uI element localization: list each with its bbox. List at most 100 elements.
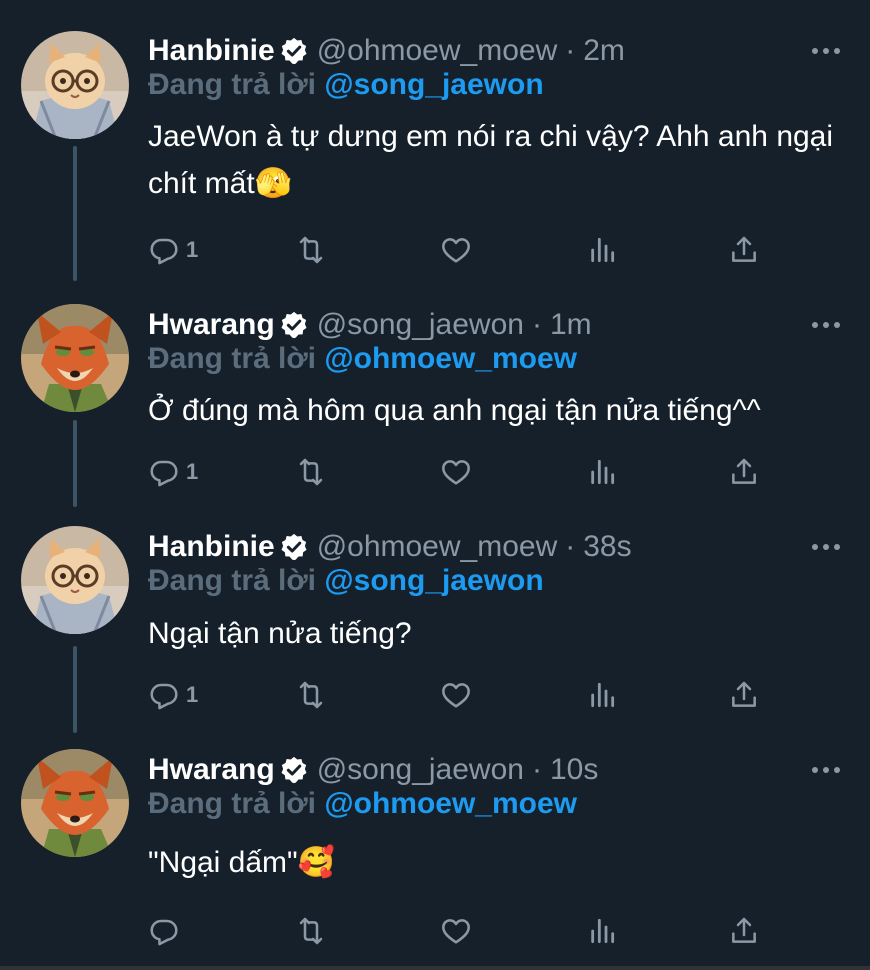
display-name[interactable]: Hwarang xyxy=(148,308,275,342)
share-button[interactable] xyxy=(728,678,760,712)
reply-context: Đang trả lời @song_jaewon xyxy=(148,68,544,102)
reply-to-handle[interactable]: @ohmoew_moew xyxy=(324,342,577,375)
share-button[interactable] xyxy=(728,455,760,489)
tweet-text: JaeWon à tự dưng em nói ra chi vậy? Ahh … xyxy=(148,120,842,200)
tweet-text: "Ngại dấm"🥰 xyxy=(148,846,336,879)
action-bar: 1 xyxy=(148,455,798,489)
handle[interactable]: @song_jaewon xyxy=(317,753,524,787)
timestamp[interactable]: 38s xyxy=(583,530,631,564)
fox-avatar-icon xyxy=(21,304,129,412)
separator-dot: · xyxy=(531,308,542,341)
display-name[interactable]: Hanbinie xyxy=(148,530,275,564)
tweet-header: Hwarang @song_jaewon · 10s xyxy=(148,749,598,791)
reply-button[interactable]: 1 xyxy=(148,455,198,489)
like-button[interactable] xyxy=(440,233,472,267)
share-icon xyxy=(728,234,760,266)
reply-prefix: Đang trả lời xyxy=(148,68,317,101)
tweet-text: Ngại tận nửa tiếng? xyxy=(148,617,412,650)
tweet-header: Hwarang @song_jaewon · 1m xyxy=(148,304,592,346)
tweet[interactable]: Hanbinie @ohmoew_moew · 38s Đang trả lời… xyxy=(0,526,870,726)
views-button[interactable] xyxy=(586,678,618,712)
reply-prefix: Đang trả lời xyxy=(148,787,317,820)
views-button[interactable] xyxy=(586,455,618,489)
avatar[interactable] xyxy=(21,304,129,412)
share-icon xyxy=(728,456,760,488)
retweet-button[interactable] xyxy=(295,233,327,267)
reply-prefix: Đang trả lời xyxy=(148,564,317,597)
more-options-icon[interactable] xyxy=(812,765,840,775)
timestamp[interactable]: 10s xyxy=(550,753,598,787)
reply-icon xyxy=(148,234,180,266)
reply-prefix: Đang trả lời xyxy=(148,342,317,375)
display-name[interactable]: Hwarang xyxy=(148,753,275,787)
verified-badge-icon xyxy=(279,310,309,340)
more-options-icon[interactable] xyxy=(812,542,840,552)
views-icon xyxy=(586,456,618,488)
like-button[interactable] xyxy=(440,455,472,489)
like-button[interactable] xyxy=(440,678,472,712)
reply-count: 1 xyxy=(186,459,199,484)
verified-badge-icon xyxy=(279,532,309,562)
reply-to-handle[interactable]: @song_jaewon xyxy=(324,564,543,597)
reply-to-handle[interactable]: @ohmoew_moew xyxy=(324,787,577,820)
action-bar: 1 xyxy=(148,678,798,712)
share-button[interactable] xyxy=(728,914,760,948)
share-icon xyxy=(728,679,760,711)
reply-button[interactable]: 1 xyxy=(148,233,198,267)
tweet-text: Ở đúng mà hôm qua anh ngại tận nửa tiếng… xyxy=(148,394,761,427)
tweet-header: Hanbinie @ohmoew_moew · 38s xyxy=(148,526,632,568)
like-icon xyxy=(440,679,472,711)
handle[interactable]: @song_jaewon xyxy=(317,308,524,342)
action-bar: 1 xyxy=(148,233,798,267)
tweet[interactable]: Hanbinie @ohmoew_moew · 2m Đang trả lời … xyxy=(0,30,870,280)
timestamp[interactable]: 1m xyxy=(550,308,592,342)
timestamp[interactable]: 2m xyxy=(583,34,625,68)
action-bar xyxy=(148,914,798,948)
tweet[interactable]: Hwarang @song_jaewon · 10s Đang trả lời … xyxy=(0,749,870,959)
retweet-icon xyxy=(295,456,327,488)
like-button[interactable] xyxy=(440,914,472,948)
retweet-icon xyxy=(295,679,327,711)
views-icon xyxy=(586,679,618,711)
reply-to-handle[interactable]: @song_jaewon xyxy=(324,68,543,101)
views-button[interactable] xyxy=(586,233,618,267)
share-icon xyxy=(728,915,760,947)
reply-count: 1 xyxy=(186,237,199,262)
like-icon xyxy=(440,456,472,488)
retweet-button[interactable] xyxy=(295,455,327,489)
reply-context: Đang trả lời @ohmoew_moew xyxy=(148,342,577,376)
views-icon xyxy=(586,915,618,947)
tweet-header: Hanbinie @ohmoew_moew · 2m xyxy=(148,30,625,72)
divider xyxy=(0,966,870,970)
handle[interactable]: @ohmoew_moew xyxy=(317,34,558,68)
cat-avatar-icon xyxy=(21,526,129,634)
separator-dot: · xyxy=(565,530,576,563)
more-options-icon[interactable] xyxy=(812,320,840,330)
separator-dot: · xyxy=(531,753,542,786)
views-icon xyxy=(586,234,618,266)
avatar[interactable] xyxy=(21,749,129,857)
reply-button[interactable] xyxy=(148,914,180,948)
fox-avatar-icon xyxy=(21,749,129,857)
reply-context: Đang trả lời @ohmoew_moew xyxy=(148,787,577,821)
separator-dot: · xyxy=(565,34,576,67)
share-button[interactable] xyxy=(728,233,760,267)
avatar[interactable] xyxy=(21,526,129,634)
reply-count: 1 xyxy=(186,682,199,707)
retweet-button[interactable] xyxy=(295,678,327,712)
views-button[interactable] xyxy=(586,914,618,948)
like-icon xyxy=(440,234,472,266)
display-name[interactable]: Hanbinie xyxy=(148,34,275,68)
like-icon xyxy=(440,915,472,947)
tweet[interactable]: Hwarang @song_jaewon · 1m Đang trả lời @… xyxy=(0,304,870,504)
retweet-button[interactable] xyxy=(295,914,327,948)
reply-context: Đang trả lời @song_jaewon xyxy=(148,564,544,598)
verified-badge-icon xyxy=(279,755,309,785)
avatar[interactable] xyxy=(21,31,129,139)
handle[interactable]: @ohmoew_moew xyxy=(317,530,558,564)
cat-avatar-icon xyxy=(21,31,129,139)
more-options-icon[interactable] xyxy=(812,46,840,56)
reply-icon xyxy=(148,915,180,947)
reply-icon xyxy=(148,679,180,711)
reply-button[interactable]: 1 xyxy=(148,678,198,712)
